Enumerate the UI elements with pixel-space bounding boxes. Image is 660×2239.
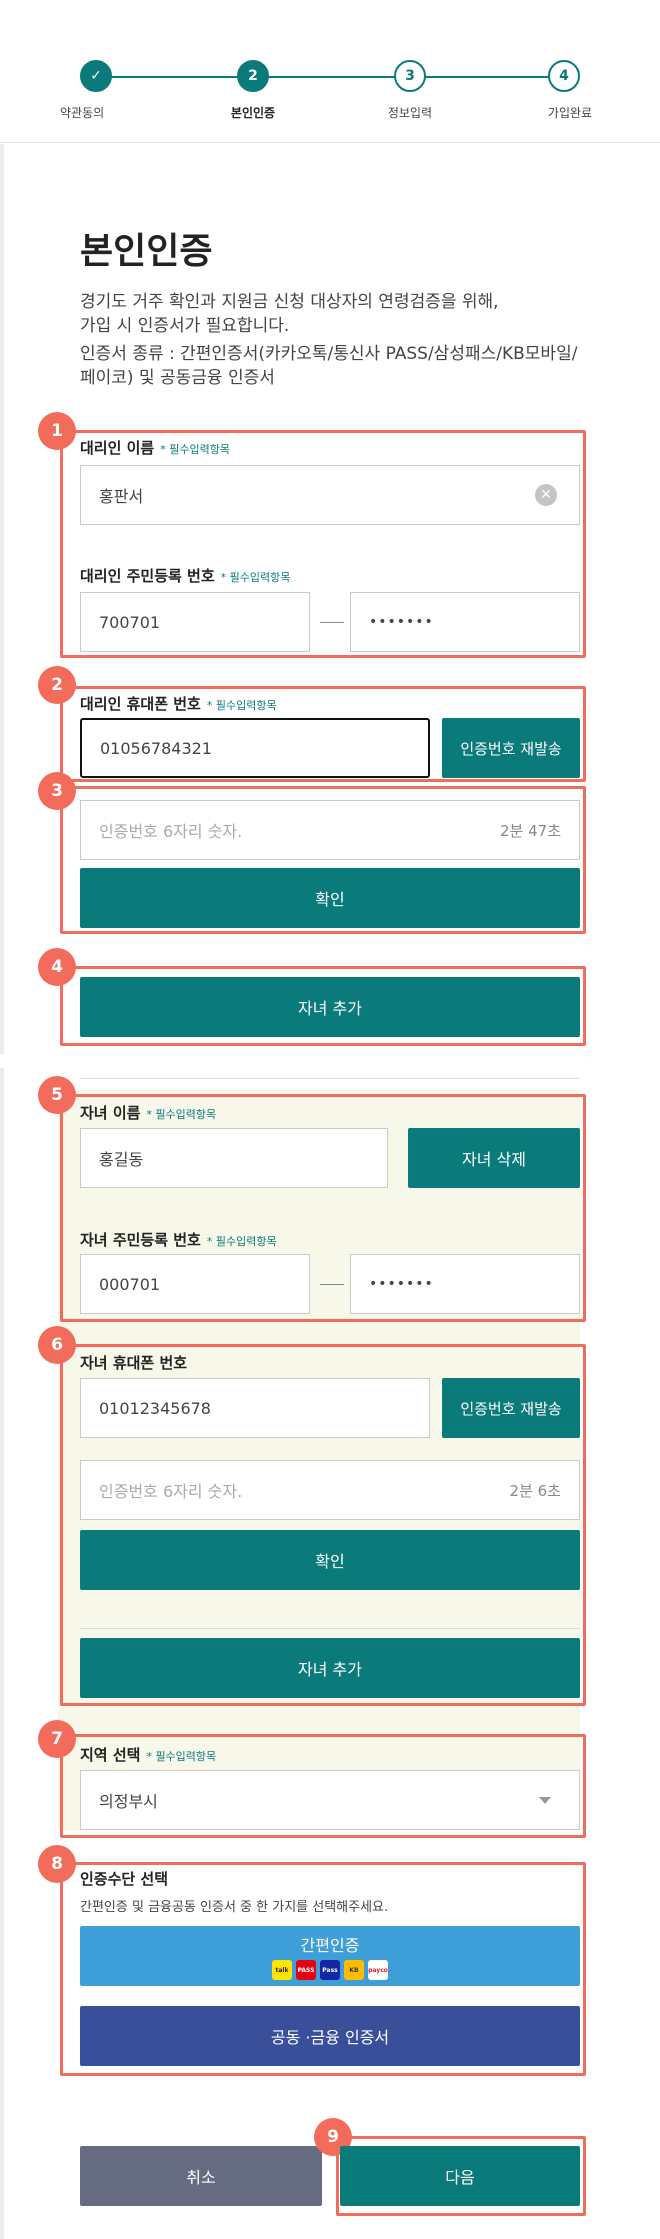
child-name-input[interactable]: 홍길동 [80,1128,388,1188]
payco-logo-icon: payco [368,1960,388,1980]
kb-logo-icon: KB [344,1960,364,1980]
auth-method-hint: 간편인증 및 금융공동 인증서 중 한 가지를 선택해주세요. [80,1900,389,1915]
step-2-indicator: 2 [237,60,269,92]
step-1-check-icon: ✓ [80,60,112,92]
step-badge-7: 7 [38,1720,76,1758]
simple-auth-button[interactable]: 간편인증 talk PASS Pass KB payco [80,1926,580,1986]
child-phone-label: 자녀 휴대폰 번호 [80,1354,188,1372]
agent-timer: 2분 47초 [500,821,561,840]
agent-confirm-button[interactable]: 확인 [80,868,580,928]
left-edge [0,144,4,2239]
auth-method-label: 인증수단 선택 [80,1870,169,1888]
child-phone-input[interactable]: 01012345678 [80,1378,430,1438]
child-rrn-label: 자녀 주민등록 번호 * 필수입력항목 [80,1231,277,1249]
chevron-down-icon [539,1797,551,1804]
child-confirm-button[interactable]: 확인 [80,1530,580,1590]
description-line-1: 경기도 거주 확인과 지원금 신청 대상자의 연령검증을 위해, [80,292,499,312]
step-connector-3 [410,76,564,78]
child-resend-button[interactable]: 인증번호 재발송 [442,1378,580,1438]
child-add-divider [80,1628,580,1629]
agent-code-input[interactable]: 인증번호 6자리 숫자. 2분 47초 [80,800,580,860]
joint-cert-button[interactable]: 공동 ·금융 인증서 [80,2006,580,2066]
child-name-label: 자녀 이름 * 필수입력항목 [80,1104,217,1122]
description-line-3: 인증서 종류 : 간편인증서(카카오톡/통신사 PASS/삼성패스/KB모바일/ [80,344,578,364]
step-1-label: 약관동의 [60,106,105,120]
description-line-4: 페이코) 및 공동금융 인증서 [80,368,275,388]
rrn-dash [320,622,344,623]
agent-phone-label: 대리인 휴대폰 번호 * 필수입력항목 [80,695,277,713]
child-rrn-dash [320,1284,344,1285]
agent-resend-button[interactable]: 인증번호 재발송 [442,718,580,778]
step-badge-2: 2 [38,666,76,704]
auth-provider-logos: talk PASS Pass KB payco [272,1960,388,1980]
pass-logo-icon: PASS [296,1960,316,1980]
agent-phone-input[interactable]: 01056784321 [80,718,430,778]
add-child-button[interactable]: 자녀 추가 [80,977,580,1037]
child-rrn-front-input[interactable]: 000701 [80,1254,310,1314]
description-line-2: 가입 시 인증서가 필요합니다. [80,316,290,336]
step-badge-3: 3 [38,772,76,810]
step-4-indicator: 4 [548,60,580,92]
kakao-logo-icon: talk [272,1960,292,1980]
region-label: 지역 선택 * 필수입력항목 [80,1746,217,1764]
child-divider [80,1078,580,1079]
child-rrn-back-input[interactable]: ••••••• [350,1254,580,1314]
delete-child-button[interactable]: 자녀 삭제 [408,1128,580,1188]
step-3-indicator: 3 [394,60,426,92]
page-title: 본인인증 [80,231,213,272]
step-connector-2 [253,76,410,78]
step-badge-5: 5 [38,1076,76,1114]
step-3-label: 정보입력 [387,106,433,120]
cancel-button[interactable]: 취소 [80,2146,322,2206]
agent-rrn-front-input[interactable]: 700701 [80,592,310,652]
step-4-label: 가입완료 [547,106,593,120]
samsung-pass-logo-icon: Pass [320,1960,340,1980]
step-connector-1 [96,76,253,78]
child-timer: 2분 6초 [509,1481,561,1500]
next-button[interactable]: 다음 [340,2146,580,2206]
step-badge-8: 8 [38,1845,76,1883]
clear-icon[interactable]: ✕ [535,484,557,506]
child-code-input[interactable]: 인증번호 6자리 숫자. 2분 6초 [80,1460,580,1520]
step-badge-6: 6 [38,1326,76,1364]
section-gap [0,1054,660,1068]
step-badge-4: 4 [38,948,76,986]
agent-name-input[interactable]: 홍판서 ✕ [80,465,580,525]
add-another-child-button[interactable]: 자녀 추가 [80,1638,580,1698]
region-select[interactable]: 의정부시 [80,1770,580,1830]
agent-name-label: 대리인 이름 * 필수입력항목 [80,439,230,457]
simple-auth-label: 간편인증 [300,1936,360,1955]
agent-rrn-label: 대리인 주민등록 번호 * 필수입력항목 [80,567,291,585]
step-2-label: 본인인증 [230,106,276,120]
agent-rrn-back-input[interactable]: ••••••• [350,592,580,652]
step-badge-1: 1 [38,412,76,450]
